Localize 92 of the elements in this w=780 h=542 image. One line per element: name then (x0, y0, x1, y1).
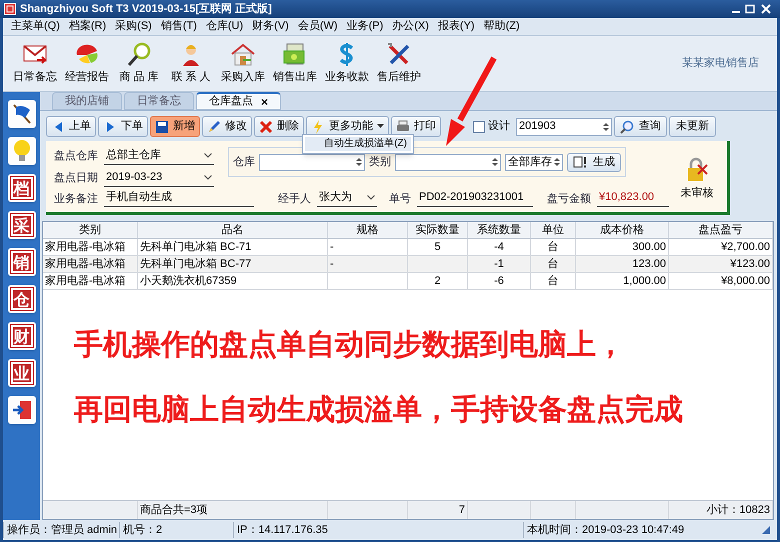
menu-item[interactable]: 档案(R) (68, 18, 106, 35)
column-header[interactable]: 成本价格 (576, 222, 669, 238)
toolbar-button[interactable]: 经营报告 (61, 38, 113, 90)
handler-dropdown[interactable]: 张大为 (317, 189, 377, 207)
menu-item[interactable]: 采购(S) (115, 18, 152, 35)
stock-dropdown[interactable]: 全部库存 (505, 154, 563, 170)
status-text: IP：14.117.176.35 (233, 522, 523, 538)
column-header[interactable]: 规格 (328, 222, 408, 238)
annotation-text: 再回电脑上自动生成损溢单，手持设备盘点完成 (74, 392, 683, 428)
warehouse-dropdown[interactable]: 总部主仓库 (104, 147, 214, 165)
menu-item[interactable]: 销售(T) (160, 18, 197, 35)
annotation-text: 手机操作的盘点单自动同步数据到电脑上， (74, 328, 625, 363)
table-cell: ¥8,000.00 (669, 273, 773, 289)
field-label: 类别 (369, 154, 391, 170)
toolbar-button[interactable]: 售后维护 (373, 38, 425, 90)
table-cell: ¥123.00 (669, 256, 773, 272)
table-cell: 123.00 (576, 256, 669, 272)
status-text: 机号：2 (119, 522, 233, 538)
table-cell: 先科单门电冰箱 BC-77 (138, 256, 328, 272)
action-button[interactable]: 新增 (150, 116, 200, 137)
table-cell: 台 (531, 256, 576, 272)
tab[interactable]: 仓库盘点 × (196, 92, 282, 110)
toolbar-button[interactable]: 采购入库 (217, 38, 269, 90)
table-cell: 5 (408, 239, 468, 255)
column-header[interactable]: 单位 (531, 222, 576, 238)
close-tab-button[interactable]: × (261, 92, 268, 110)
menu-item[interactable]: 会员(W) (298, 18, 338, 35)
table-cell: - (328, 256, 408, 272)
table-cell: -4 (468, 239, 531, 255)
field-label: 经手人 (278, 192, 311, 206)
action-button[interactable]: 下单 (98, 116, 148, 137)
date-picker[interactable]: 2019-03-23 (104, 169, 214, 187)
table-cell: 小天鹅洗衣机67359 (138, 273, 328, 289)
menu-item[interactable]: 仓库(U) (206, 18, 244, 35)
action-button[interactable]: 修改 (202, 116, 252, 137)
menu-item[interactable]: 业务(P) (346, 18, 384, 35)
tab[interactable]: 日常备忘 (124, 92, 194, 110)
summary-subtotal: 小计：10823 (669, 501, 773, 519)
action-button[interactable]: 打印 (391, 116, 441, 137)
column-header[interactable]: 品名 (138, 222, 328, 238)
column-header[interactable]: 类别 (43, 222, 138, 238)
note-field[interactable]: 手机自动生成 (104, 189, 254, 207)
summary-count: 商品合共=3项 (138, 501, 328, 519)
table-cell: 300.00 (576, 239, 669, 255)
table-cell: ¥2,700.00 (669, 239, 773, 255)
field-label: 盘点日期 (54, 170, 98, 186)
toolbar-button[interactable]: 销售出库 (269, 38, 321, 90)
action-button[interactable]: 上单 (46, 116, 96, 137)
table-cell: 台 (531, 273, 576, 289)
action-button[interactable]: 删除 (254, 116, 304, 137)
query-button[interactable]: 查询 (614, 116, 667, 137)
field-label: 业务备注 (54, 192, 98, 206)
toolbar-button[interactable]: 日常备忘 (9, 38, 61, 90)
column-header[interactable]: 盘点盈亏 (669, 222, 773, 238)
table-cell: 台 (531, 239, 576, 255)
period-field[interactable]: 201903 (516, 118, 612, 136)
column-header[interactable]: 系统数量 (468, 222, 531, 238)
field-label: 盘点仓库 (54, 148, 98, 164)
loss-amount-field[interactable]: ¥10,823.00 (597, 189, 669, 207)
refresh-button[interactable]: 未更新 (669, 116, 716, 137)
generate-button[interactable]: 生成 (567, 152, 621, 172)
menu-item[interactable]: 财务(V) (252, 18, 289, 35)
menu-item[interactable]: 主菜单(Q) (11, 18, 60, 35)
table-cell: -6 (468, 273, 531, 289)
field-label: 盘亏金额 (547, 192, 591, 206)
table-cell: 2 (408, 273, 468, 289)
table-cell: - (328, 239, 408, 255)
status-text: 操作员：管理员 admin (3, 522, 119, 538)
field-label: 单号 (389, 192, 411, 206)
toolbar-button[interactable]: 业务收款 (321, 38, 373, 90)
menu-item[interactable]: 帮助(Z) (484, 18, 520, 35)
audit-status: 未审核 (680, 186, 714, 202)
menu-item[interactable]: 报表(Y) (438, 18, 475, 35)
table-cell: 家用电器-电冰箱 (43, 273, 138, 289)
window-title: Shangzhiyou Soft T3 V2019-03-15[互联网 正式版] (20, 2, 272, 17)
menu-item[interactable]: 自动生成损溢单(Z) (305, 137, 411, 151)
menu-item[interactable]: 办公(X) (392, 18, 429, 35)
column-header[interactable]: 实际数量 (408, 222, 468, 238)
tab[interactable]: 我的店铺 (52, 92, 122, 110)
toolbar-button[interactable]: 联 系 人 (165, 38, 217, 90)
field-label: 仓库 (233, 154, 255, 170)
summary-quantity: 7 (408, 501, 468, 519)
toolbar-button[interactable]: 商 品 库 (113, 38, 165, 90)
table-cell: 家用电器-电冰箱 (43, 239, 138, 255)
table-cell: 1,000.00 (576, 273, 669, 289)
checkbox-label: 设计 (488, 119, 510, 134)
status-text: 本机时间：2019-03-23 10:47:49 (523, 522, 761, 538)
store-name: 某某家电销售店 (682, 56, 759, 72)
number-field[interactable]: PD02-201903231001 (417, 189, 533, 207)
table-cell: 家用电器-电冰箱 (43, 256, 138, 272)
table-cell: -1 (468, 256, 531, 272)
table-cell: 先科单门电冰箱 BC-71 (138, 239, 328, 255)
